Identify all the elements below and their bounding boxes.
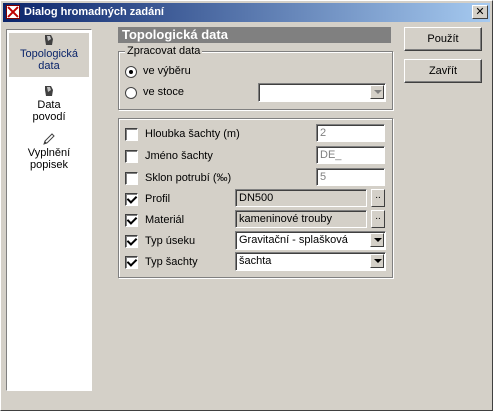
sidebar-item-label: popisek xyxy=(30,159,68,171)
sidebar-item-label: Topologická xyxy=(19,48,79,60)
chevron-down-icon[interactable] xyxy=(370,85,384,99)
radio-in-network[interactable] xyxy=(125,87,137,99)
radio-in-selection-label: ve výběru xyxy=(143,65,191,77)
manhole-type-value: šachta xyxy=(239,255,272,267)
chevron-down-icon[interactable] xyxy=(370,254,384,268)
depth-checkbox[interactable] xyxy=(125,128,138,141)
sidebar-item-topological-data[interactable]: Topologická data xyxy=(9,33,89,77)
pencil-icon xyxy=(43,133,55,145)
segment-type-checkbox[interactable] xyxy=(125,235,138,248)
name-label: Jméno šachty xyxy=(145,150,213,162)
close-window-button[interactable]: ✕ xyxy=(472,5,488,19)
page-title: Topologická data xyxy=(118,27,391,43)
segment-type-value: Gravitační - splašková xyxy=(239,234,348,246)
network-combo[interactable] xyxy=(258,83,386,102)
profile-label: Profil xyxy=(145,193,171,205)
segment-type-label: Typ úseku xyxy=(145,235,196,247)
depth-label: Hloubka šachty (m) xyxy=(145,128,240,140)
profile-browse-button[interactable]: .. xyxy=(371,189,385,207)
pen-icon xyxy=(45,86,53,96)
slope-input[interactable]: 5 xyxy=(316,168,385,186)
profile-checkbox[interactable] xyxy=(125,193,138,206)
segment-type-select[interactable]: Gravitační - splašková xyxy=(235,231,386,250)
radio-in-network-label: ve stoce xyxy=(143,86,184,98)
sidebar-item-label: Data xyxy=(37,99,61,111)
radio-in-selection[interactable] xyxy=(125,66,137,78)
sidebar-item-label: Vyplnění xyxy=(27,147,71,159)
material-checkbox[interactable] xyxy=(125,214,138,227)
name-checkbox[interactable] xyxy=(125,150,138,163)
sidebar-item-label: data xyxy=(38,60,60,72)
title-bar[interactable]: Dialog hromadných zadání ✕ xyxy=(3,3,490,22)
material-label: Materiál xyxy=(145,214,185,226)
pen-icon xyxy=(45,35,53,45)
sidebar-item-label-fill[interactable]: Vyplnění popisek xyxy=(9,132,89,172)
sidebar-item-catchment-data[interactable]: Data povodí xyxy=(9,84,89,124)
slope-label: Sklon potrubí (‰) xyxy=(145,172,232,184)
chevron-down-icon[interactable] xyxy=(370,233,384,247)
sidebar-item-label: povodí xyxy=(32,111,66,123)
depth-input[interactable]: 2 xyxy=(316,124,385,142)
sidebar: Topologická data Data povodí Vyplnění po… xyxy=(6,29,92,391)
name-input[interactable]: DE_ xyxy=(316,146,385,164)
manhole-type-select[interactable]: šachta xyxy=(235,252,386,271)
apply-button[interactable]: Použít xyxy=(404,27,482,51)
material-field: kameninové trouby xyxy=(235,210,367,228)
material-browse-button[interactable]: .. xyxy=(371,210,385,228)
manhole-type-checkbox[interactable] xyxy=(125,256,138,269)
close-button[interactable]: Zavřít xyxy=(404,59,482,83)
manhole-type-label: Typ šachty xyxy=(145,256,198,268)
dialog-window: Dialog hromadných zadání ✕ Topologická d… xyxy=(0,0,493,411)
slope-checkbox[interactable] xyxy=(125,172,138,185)
profile-field: DN500 xyxy=(235,189,367,207)
app-icon xyxy=(6,5,20,19)
group-legend: Zpracovat data xyxy=(125,45,203,57)
window-title: Dialog hromadných zadání xyxy=(24,6,164,18)
